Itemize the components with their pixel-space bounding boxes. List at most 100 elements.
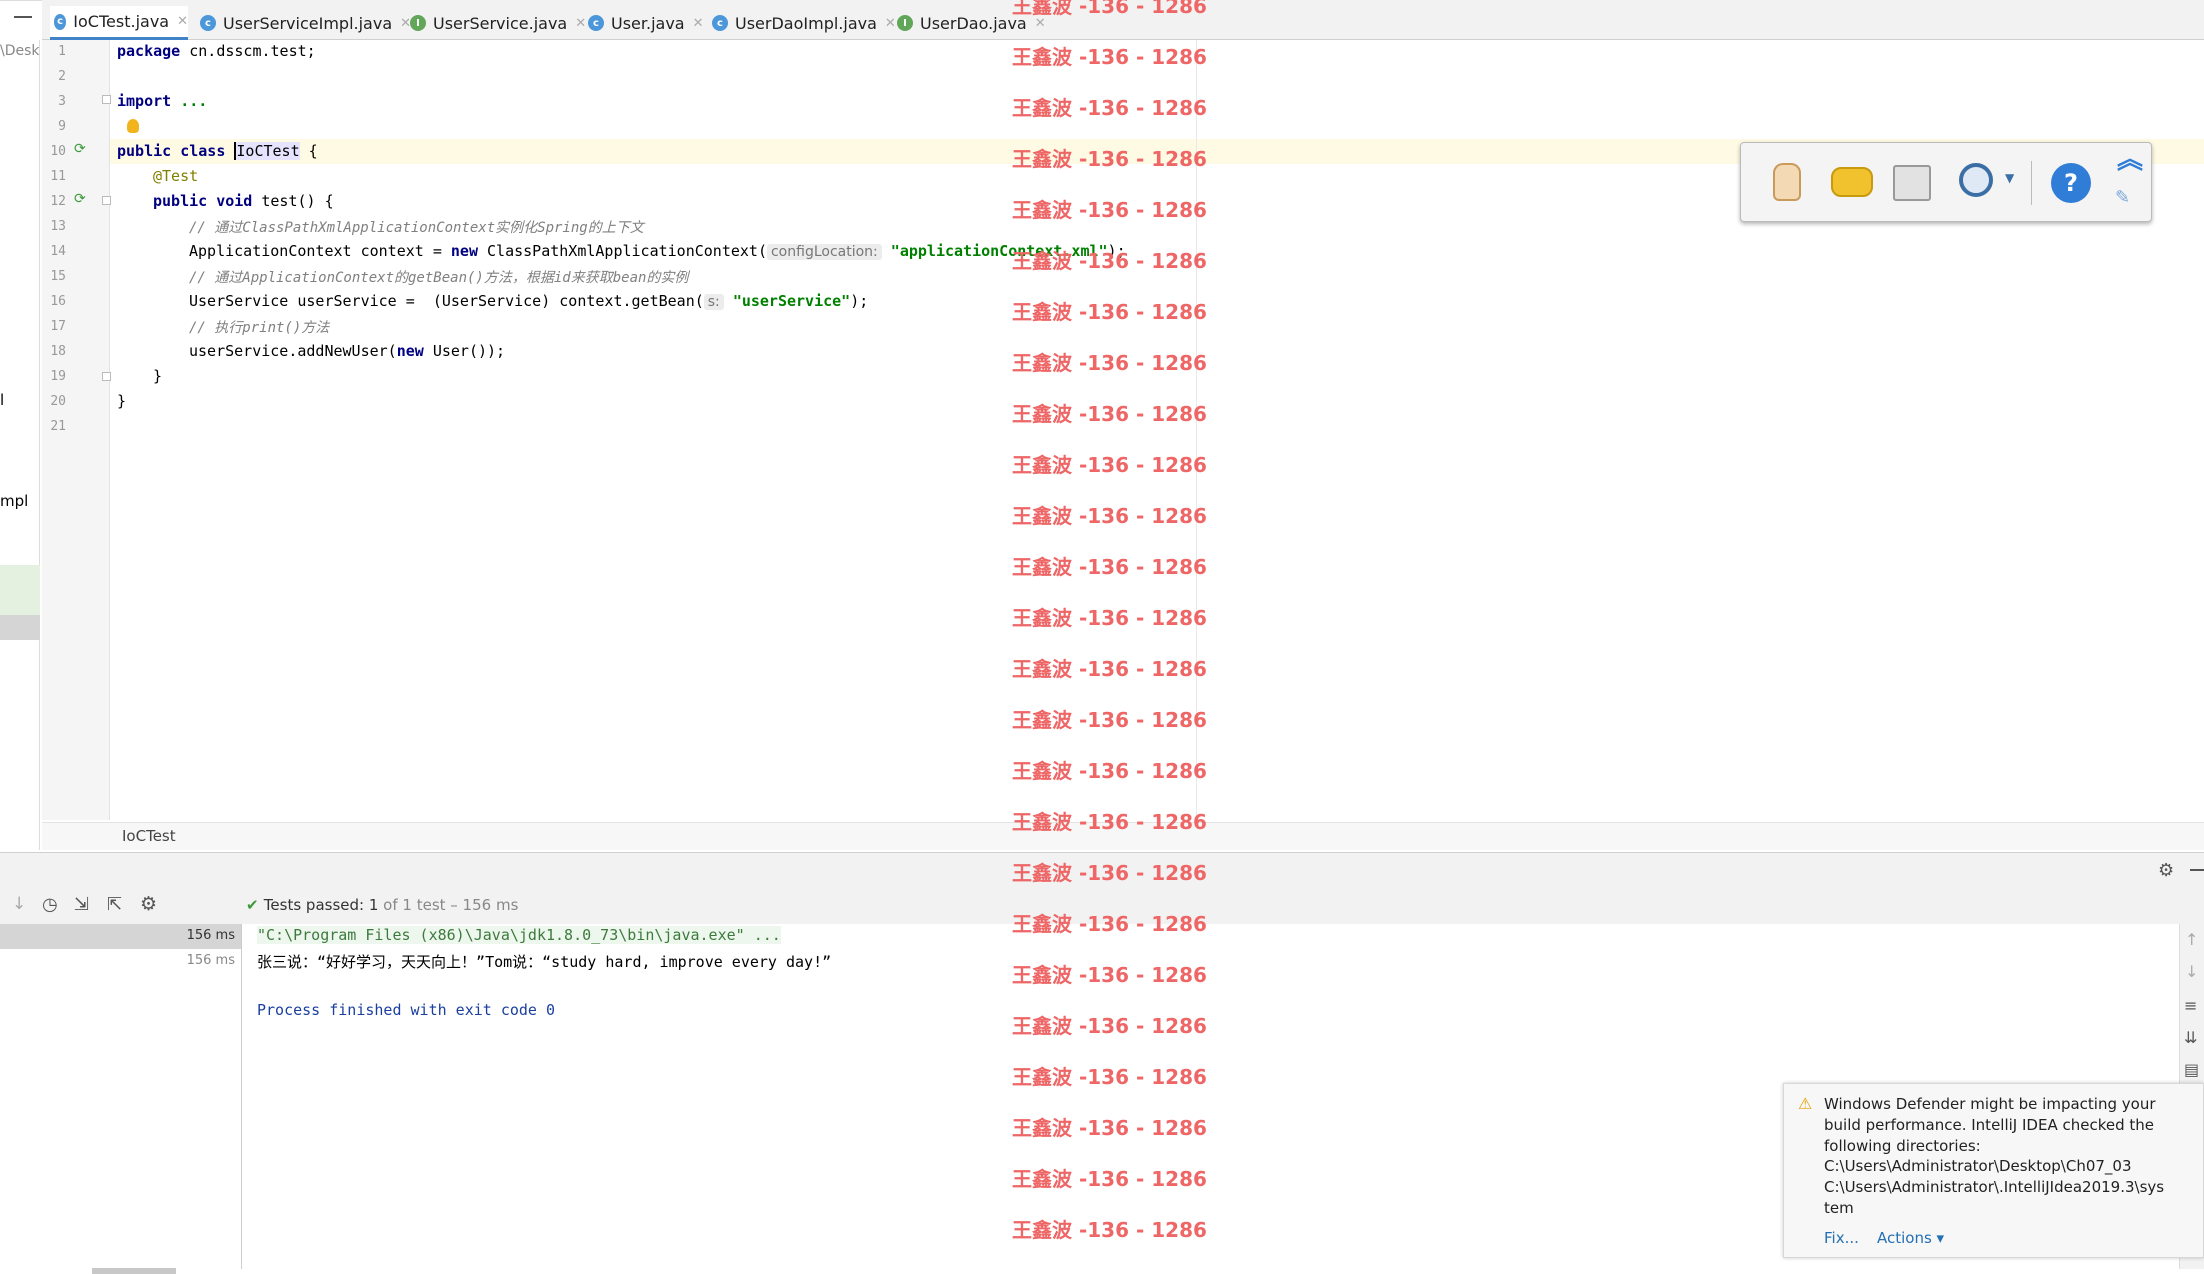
notification-dir: C:\Users\Administrator\Desktop\Ch07_03: [1824, 1157, 2132, 1175]
floating-toolbar: ▼ ? ︽ ✎: [1740, 142, 2152, 222]
watermark: 王鑫波 -136 - 1286: [1012, 657, 1207, 681]
fold-icon[interactable]: [102, 95, 111, 104]
tab-label: UserServiceImpl.java: [223, 13, 393, 33]
console-line-output: 张三说：“好好学习，天天向上！”Tom说：“study hard, improv…: [257, 953, 832, 971]
minimize-icon[interactable]: [2190, 869, 2204, 871]
zoom-icon[interactable]: [1959, 163, 1993, 197]
watermark: 王鑫波 -136 - 1286: [1012, 759, 1207, 783]
parameter-hint: configLocation:: [766, 244, 882, 260]
tab-ioctest[interactable]: c IoCTest.java ✕: [50, 6, 188, 40]
line-number: 9: [58, 119, 66, 134]
watermark: 王鑫波 -136 - 1286: [1012, 96, 1207, 120]
tab-label: IoCTest.java: [73, 12, 170, 31]
test-time: 156 ms: [186, 953, 235, 968]
gear-icon[interactable]: ⚙: [2158, 860, 2174, 881]
test-status: ✔ Tests passed: 1 of 1 test – 156 ms: [246, 896, 519, 914]
scroll-end-icon[interactable]: ⇊: [2184, 1028, 2197, 1047]
watermark: 王鑫波 -136 - 1286: [1012, 810, 1207, 834]
line-number-gutter: 1 2 3 9 10 11 12 13 14 15 16 17 18 19 20…: [42, 40, 111, 820]
code-line: }: [153, 367, 163, 385]
lightbulb-icon[interactable]: [127, 119, 139, 133]
line-number: 19: [50, 369, 66, 384]
watermark: 王鑫波 -136 - 1286: [1012, 402, 1207, 426]
watermark: 王鑫波 -136 - 1286: [1012, 708, 1207, 732]
project-tree-item-selected[interactable]: [0, 615, 40, 640]
class-icon: c: [588, 15, 604, 31]
fix-link[interactable]: Fix...: [1824, 1229, 1859, 1247]
wrap-icon[interactable]: ≡: [2184, 996, 2197, 1015]
tab-user[interactable]: c User.java ✕: [588, 6, 704, 40]
warning-icon: ⚠: [1798, 1094, 1813, 1113]
comment-icon[interactable]: [1831, 167, 1873, 197]
line-number: 13: [50, 219, 66, 234]
hand-icon[interactable]: [1773, 163, 1801, 201]
test-tree-row-selected[interactable]: 156 ms: [0, 924, 241, 949]
watermark: 王鑫波 -136 - 1286: [1012, 453, 1207, 477]
arrow-down-icon[interactable]: ↓: [12, 894, 26, 914]
notification-dir: C:\Users\Administrator\.IntelliJIdea2019…: [1824, 1178, 2165, 1196]
watermark: 王鑫波 -136 - 1286: [1012, 861, 1207, 885]
close-icon[interactable]: ✕: [885, 16, 896, 31]
watermark: 王鑫波 -136 - 1286: [1012, 147, 1207, 171]
close-icon[interactable]: ✕: [177, 14, 188, 29]
class-name-highlight: IoCTest: [234, 142, 300, 160]
breadcrumb[interactable]: IoCTest: [122, 827, 176, 845]
arrow-down-icon[interactable]: ↓: [2185, 962, 2198, 981]
actions-link[interactable]: Actions ▾: [1877, 1229, 1944, 1247]
watermark: 王鑫波 -136 - 1286: [1012, 1218, 1207, 1242]
fold-icon[interactable]: [102, 196, 111, 205]
line-number: 17: [50, 319, 66, 334]
watermark: 王鑫波 -136 - 1286: [1012, 1065, 1207, 1089]
tab-label: UserService.java: [433, 13, 568, 33]
run-test-icon[interactable]: ⟳: [74, 191, 86, 207]
close-icon[interactable]: ✕: [693, 16, 704, 31]
watermark: 王鑫波 -136 - 1286: [1012, 0, 1207, 18]
line-number: 10: [50, 144, 66, 159]
tab-userserviceimpl[interactable]: c UserServiceImpl.java ✕: [200, 6, 411, 40]
watermark: 王鑫波 -136 - 1286: [1012, 504, 1207, 528]
project-panel: \Desk l mpl: [0, 40, 40, 850]
help-icon[interactable]: ?: [2051, 163, 2091, 203]
notification-dir: tem: [1824, 1199, 1854, 1217]
document-icon[interactable]: [1893, 165, 1931, 201]
code-comment: // 执行print()方法: [189, 320, 330, 336]
notification-balloon: ⚠ Windows Defender might be impacting yo…: [1783, 1083, 2204, 1258]
gear-icon[interactable]: ⚙: [140, 893, 157, 915]
chevron-down-icon[interactable]: ▼: [2005, 171, 2014, 185]
pin-icon[interactable]: ✎: [2115, 187, 2130, 208]
interface-icon: I: [897, 15, 913, 31]
class-icon: c: [54, 13, 67, 30]
test-tree-row[interactable]: 156 ms: [0, 949, 241, 974]
line-number: 12: [50, 194, 66, 209]
class-icon: c: [712, 15, 728, 31]
import-icon[interactable]: ⇲: [74, 894, 89, 915]
tab-userservice[interactable]: I UserService.java ✕: [410, 6, 586, 40]
horizontal-scrollbar[interactable]: [92, 1268, 176, 1274]
line-number: 3: [58, 94, 66, 109]
console-line-exit: Process finished with exit code 0: [257, 1001, 556, 1019]
run-test-icon[interactable]: ⟳: [74, 141, 86, 157]
project-tree-item[interactable]: l: [0, 391, 4, 409]
watermark: 王鑫波 -136 - 1286: [1012, 1116, 1207, 1140]
class-icon: c: [200, 15, 216, 31]
code-line: }: [117, 392, 127, 410]
close-icon[interactable]: ✕: [575, 16, 586, 31]
console-line-command: "C:\Program Files (x86)\Java\jdk1.8.0_73…: [257, 926, 781, 944]
line-number: 14: [50, 244, 66, 259]
arrow-up-icon[interactable]: ↑: [2185, 930, 2198, 949]
export-icon[interactable]: ⇱: [107, 894, 122, 915]
fold-icon[interactable]: [102, 372, 111, 381]
interface-icon: I: [410, 15, 426, 31]
toolbar-divider: [2031, 161, 2032, 205]
project-tree-item[interactable]: mpl: [0, 492, 28, 510]
line-number: 15: [50, 269, 66, 284]
watermark: 王鑫波 -136 - 1286: [1012, 351, 1207, 375]
line-number: 11: [50, 169, 66, 184]
history-icon[interactable]: ◷: [42, 894, 58, 915]
collapse-up-icon[interactable]: ︽: [2109, 143, 2151, 181]
print-icon[interactable]: ▤: [2184, 1060, 2199, 1079]
line-number: 21: [50, 419, 66, 434]
watermark: 王鑫波 -136 - 1286: [1012, 606, 1207, 630]
tab-userdaoimpl[interactable]: c UserDaoImpl.java ✕: [712, 6, 896, 40]
hide-panel-button[interactable]: [14, 16, 32, 18]
